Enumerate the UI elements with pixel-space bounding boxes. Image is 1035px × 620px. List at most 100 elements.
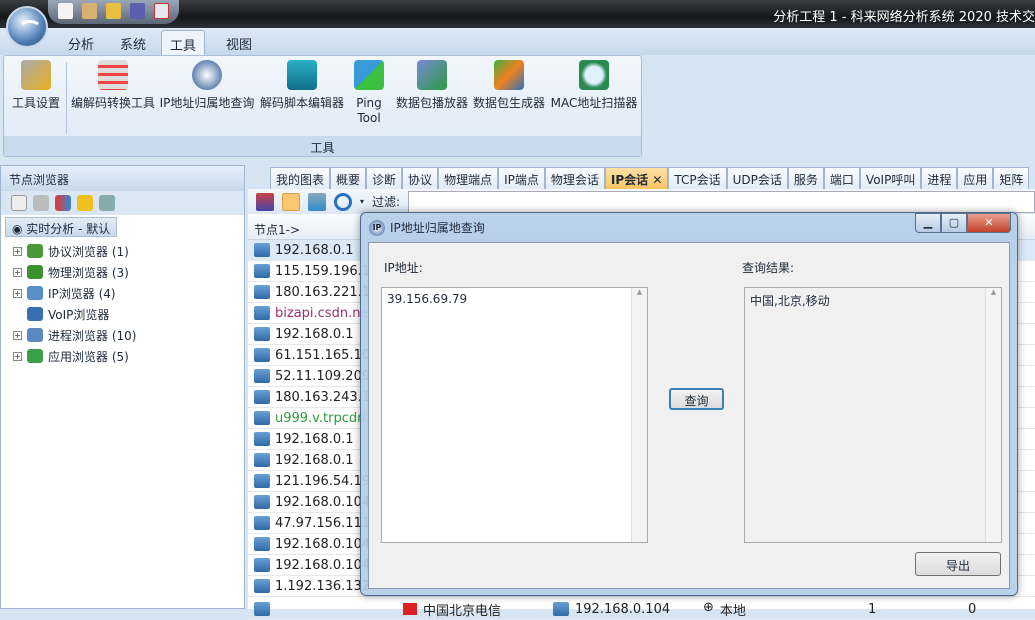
node-cell: 47.97.156.111	[275, 516, 370, 531]
tab-4[interactable]: 物理端点	[438, 167, 498, 189]
menu-tab-system[interactable]: 系统	[112, 30, 154, 55]
add-filter-icon[interactable]	[33, 195, 49, 211]
checklist-icon[interactable]	[154, 3, 169, 19]
menu-tab-analysis[interactable]: 分析	[60, 30, 102, 55]
packet-player-icon	[417, 60, 447, 90]
tab-10[interactable]: 服务	[788, 167, 824, 189]
refresh-dropdown-icon[interactable]: ▾	[360, 197, 364, 206]
add-view-icon[interactable]	[11, 195, 27, 211]
tab-11[interactable]: 端口	[824, 167, 860, 189]
packet-generator-button[interactable]: 数据包生成器	[471, 60, 547, 111]
menu-tab-view[interactable]: 视图	[218, 30, 260, 55]
maximize-button[interactable]: ▢	[941, 213, 967, 233]
location-cell: 中国北京电信	[423, 600, 501, 619]
mac-scanner-icon	[579, 60, 609, 90]
ribbon-separator	[66, 62, 67, 134]
scrollbar[interactable]: ▲	[985, 288, 1001, 542]
expand-icon[interactable]: +	[13, 352, 22, 361]
button-label: 工具设置	[12, 96, 60, 110]
node-icon	[254, 453, 270, 467]
query-result-output[interactable]: 中国,北京,移动▲	[744, 287, 1002, 543]
node-cell: 1.192.136.132	[275, 579, 370, 594]
new-file-icon[interactable]	[58, 3, 73, 19]
button-label: Ping Tool	[356, 96, 382, 125]
node-browser-toolbar	[1, 191, 244, 215]
node-cell: 192.168.0.1	[275, 243, 354, 258]
tab-8[interactable]: TCP会话	[668, 167, 726, 189]
ribbon-group-label: 工具	[4, 136, 641, 156]
tab-15[interactable]: 矩阵	[993, 167, 1029, 189]
clipboard-icon[interactable]	[82, 3, 97, 19]
query-button[interactable]: 查询	[669, 388, 724, 410]
tree-item[interactable]: +物理浏览器 (3)	[1, 260, 244, 281]
query-result-label: 查询结果:	[742, 259, 794, 276]
add-group-icon[interactable]	[55, 195, 71, 211]
tab-1[interactable]: 概要	[330, 167, 366, 189]
codec-convert-button[interactable]: 编解码转换工具	[68, 60, 158, 111]
ping-tool-button[interactable]: Ping Tool	[350, 60, 388, 126]
tab-0[interactable]: 我的图表	[270, 167, 330, 189]
export-button[interactable]: 导出	[915, 552, 1001, 576]
tab-12[interactable]: VoIP呼叫	[860, 167, 921, 189]
export-icon[interactable]	[256, 193, 274, 211]
button-label: 数据包生成器	[473, 96, 545, 110]
title-bar: 分析工程 1 - 科来网络分析系统 2020 技术交	[0, 0, 1035, 28]
node-icon	[254, 411, 270, 425]
table-row[interactable]: 中国北京电信 192.168.0.104 ⊕本地 1 0	[248, 599, 1035, 620]
ip-lookup-icon	[192, 60, 222, 90]
button-label: IP地址归属地查询	[160, 96, 255, 110]
menu-tab-tools[interactable]: 工具	[161, 30, 205, 55]
tree-item[interactable]: +IP浏览器 (4)	[1, 281, 244, 302]
browser-icon	[27, 244, 43, 258]
tab-2[interactable]: 诊断	[366, 167, 402, 189]
mac-scanner-button[interactable]: MAC地址扫描器	[548, 60, 640, 111]
node-cell: 192.168.0.104	[275, 537, 370, 552]
add-alert-icon[interactable]	[77, 195, 93, 211]
expand-icon[interactable]: +	[13, 247, 22, 256]
tree-item-label: 应用浏览器 (5)	[48, 348, 129, 365]
node-settings-icon[interactable]	[282, 193, 300, 211]
count-cell: 1	[868, 602, 876, 617]
refresh-icon[interactable]	[334, 193, 352, 211]
close-button[interactable]: ✕	[967, 213, 1011, 233]
expand-icon[interactable]: +	[13, 289, 22, 298]
tab-5[interactable]: IP端点	[498, 167, 545, 189]
tree-item[interactable]: + 应用浏览器 (5)	[1, 344, 244, 365]
node-icon	[254, 264, 270, 278]
tab-3[interactable]: 协议	[402, 167, 438, 189]
dialog-title: IP地址归属地查询	[390, 219, 485, 236]
quick-access-toolbar	[48, 0, 179, 24]
tree-item[interactable]: +协议浏览器 (1)	[1, 239, 244, 260]
tab-14[interactable]: 应用	[957, 167, 993, 189]
tab-9[interactable]: UDP会话	[727, 167, 788, 189]
filter-input[interactable]	[408, 191, 1035, 213]
node2-cell: 192.168.0.104	[575, 602, 670, 617]
expand-icon[interactable]: +	[13, 331, 22, 340]
script-editor-button[interactable]: 解码脚本编辑器	[257, 60, 347, 111]
tab-13[interactable]: 进程	[921, 167, 957, 189]
packet-player-button[interactable]: 数据包播放器	[394, 60, 470, 111]
flag-icon	[403, 603, 417, 615]
tab-7[interactable]: IP会话 ✕	[605, 167, 669, 189]
open-folder-icon[interactable]	[106, 3, 121, 19]
scrollbar[interactable]: ▲	[631, 288, 647, 542]
minimize-button[interactable]: ▁	[915, 213, 941, 233]
add-report-icon[interactable]	[99, 195, 115, 211]
tree-root-realtime[interactable]: ◉ 实时分析 - 默认	[5, 217, 117, 237]
codec-convert-icon	[98, 60, 128, 90]
expand-icon[interactable]: +	[13, 268, 22, 277]
filter-icon[interactable]	[308, 193, 326, 211]
browser-icon	[27, 265, 43, 279]
save-icon[interactable]	[130, 3, 145, 19]
tools-settings-icon	[21, 60, 51, 90]
tools-settings-button[interactable]: 工具设置	[8, 60, 64, 111]
node-cell: 192.168.0.1	[275, 453, 354, 468]
tree-item[interactable]: +进程浏览器 (10)	[1, 323, 244, 344]
ip-lookup-button[interactable]: IP地址归属地查询	[157, 60, 257, 111]
ip-address-input[interactable]: 39.156.69.79▲	[381, 287, 648, 543]
node-icon	[254, 390, 270, 404]
app-menu-orb[interactable]	[6, 6, 48, 48]
tab-6[interactable]: 物理会话	[545, 167, 605, 189]
tree-item[interactable]: VoIP浏览器	[1, 302, 244, 323]
globe-icon: ⊕	[703, 600, 714, 619]
